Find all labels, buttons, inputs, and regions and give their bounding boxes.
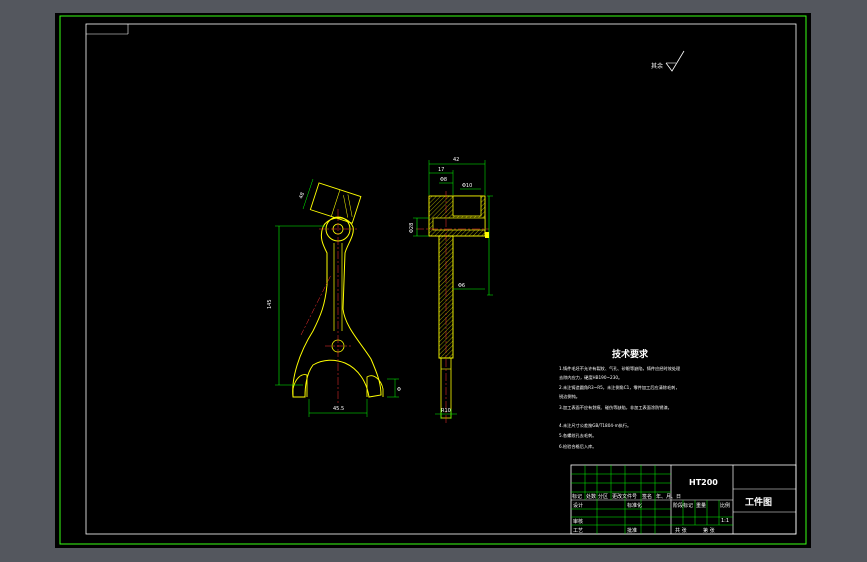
dim-small-b: Φ10: [462, 183, 472, 189]
surface-symbol-label: 其余: [651, 62, 663, 70]
dim-neck: Φ6: [458, 283, 465, 289]
tb-scale-value: 1:1: [721, 518, 729, 524]
drawing-name: 工件图: [745, 496, 772, 508]
material-label: HT200: [689, 478, 718, 487]
dim-bottom-span: 45.5: [333, 406, 344, 412]
tech-line-3: 2.未注铸造圆角R3~R5，未注倒角C1，零件加工后应清除毛刺，: [559, 384, 680, 391]
tb-sheet-no: 第 张: [703, 527, 715, 534]
tb-label-date: 年、月、日: [656, 493, 681, 500]
dim-left-length: 145: [267, 299, 273, 309]
tb-weight: 重量: [696, 502, 706, 509]
tech-line-7: 5.各螺纹孔去毛刺。: [559, 432, 597, 439]
tb-label-count: 处数: [586, 493, 596, 500]
surface-roughness-check-icon: [665, 50, 685, 72]
dim-angle-label: 48: [298, 192, 306, 200]
tech-line-5: 3.加工表面不应有划痕、碰伤等缺陷，非加工表面涂防锈漆。: [559, 404, 672, 411]
tb-label-zone: 分区: [598, 493, 608, 500]
dim-foot: Φ: [397, 387, 401, 393]
tb-label-sign: 签名: [642, 493, 652, 500]
dim-width-17: 17: [438, 167, 444, 173]
tb-standardize: 标准化: [627, 502, 642, 509]
rod-body-outline: [292, 217, 382, 398]
tb-process: 工艺: [573, 528, 583, 534]
tech-line-4: 锐边倒钝。: [559, 393, 580, 400]
engineering-drawing: 其余 145 48 45.5 Φ 42 17 Φ8 Φ10 Φ28 Φ6 R10…: [59, 15, 807, 545]
tech-line-2: 去除内应力，硬度HB190~230。: [559, 374, 622, 381]
tb-approve: 批准: [627, 527, 637, 534]
tb-review: 审核: [573, 518, 583, 525]
dim-top-width: 42: [453, 157, 459, 163]
cad-viewport[interactable]: 其余 145 48 45.5 Φ 42 17 Φ8 Φ10 Φ28 Φ6 R10…: [55, 13, 811, 548]
dim-side-height: Φ28: [409, 223, 415, 233]
tb-scale: 比例: [720, 502, 730, 509]
tech-requirements-title: 技术要求: [612, 348, 649, 360]
dim-bottom-width: R10: [441, 408, 451, 414]
tech-line-8: 6.检验合格后入库。: [559, 443, 597, 450]
tb-sheet-total: 共 张: [675, 527, 687, 534]
center-line-diagonal: [300, 274, 332, 336]
tech-line-6: 4.未注尺寸公差按GB/T1804-m执行。: [559, 422, 631, 429]
tech-line-1: 1.铸件毛坯不允许有裂纹、气孔、砂眼等缺陷，铸件应经时效处理: [559, 365, 681, 372]
tb-label-mark: 标记: [572, 493, 582, 500]
dim-small-a: Φ8: [440, 177, 447, 183]
tb-label-change: 更改文件号: [612, 493, 637, 500]
rod-side-section: 42 17 Φ8 Φ10 Φ28 Φ6 R10: [409, 157, 493, 423]
rod-front-view: 145 48 45.5 Φ: [267, 178, 401, 417]
tb-designer: 设计: [573, 502, 583, 509]
tb-stage-mark: 阶段标记: [673, 502, 693, 509]
